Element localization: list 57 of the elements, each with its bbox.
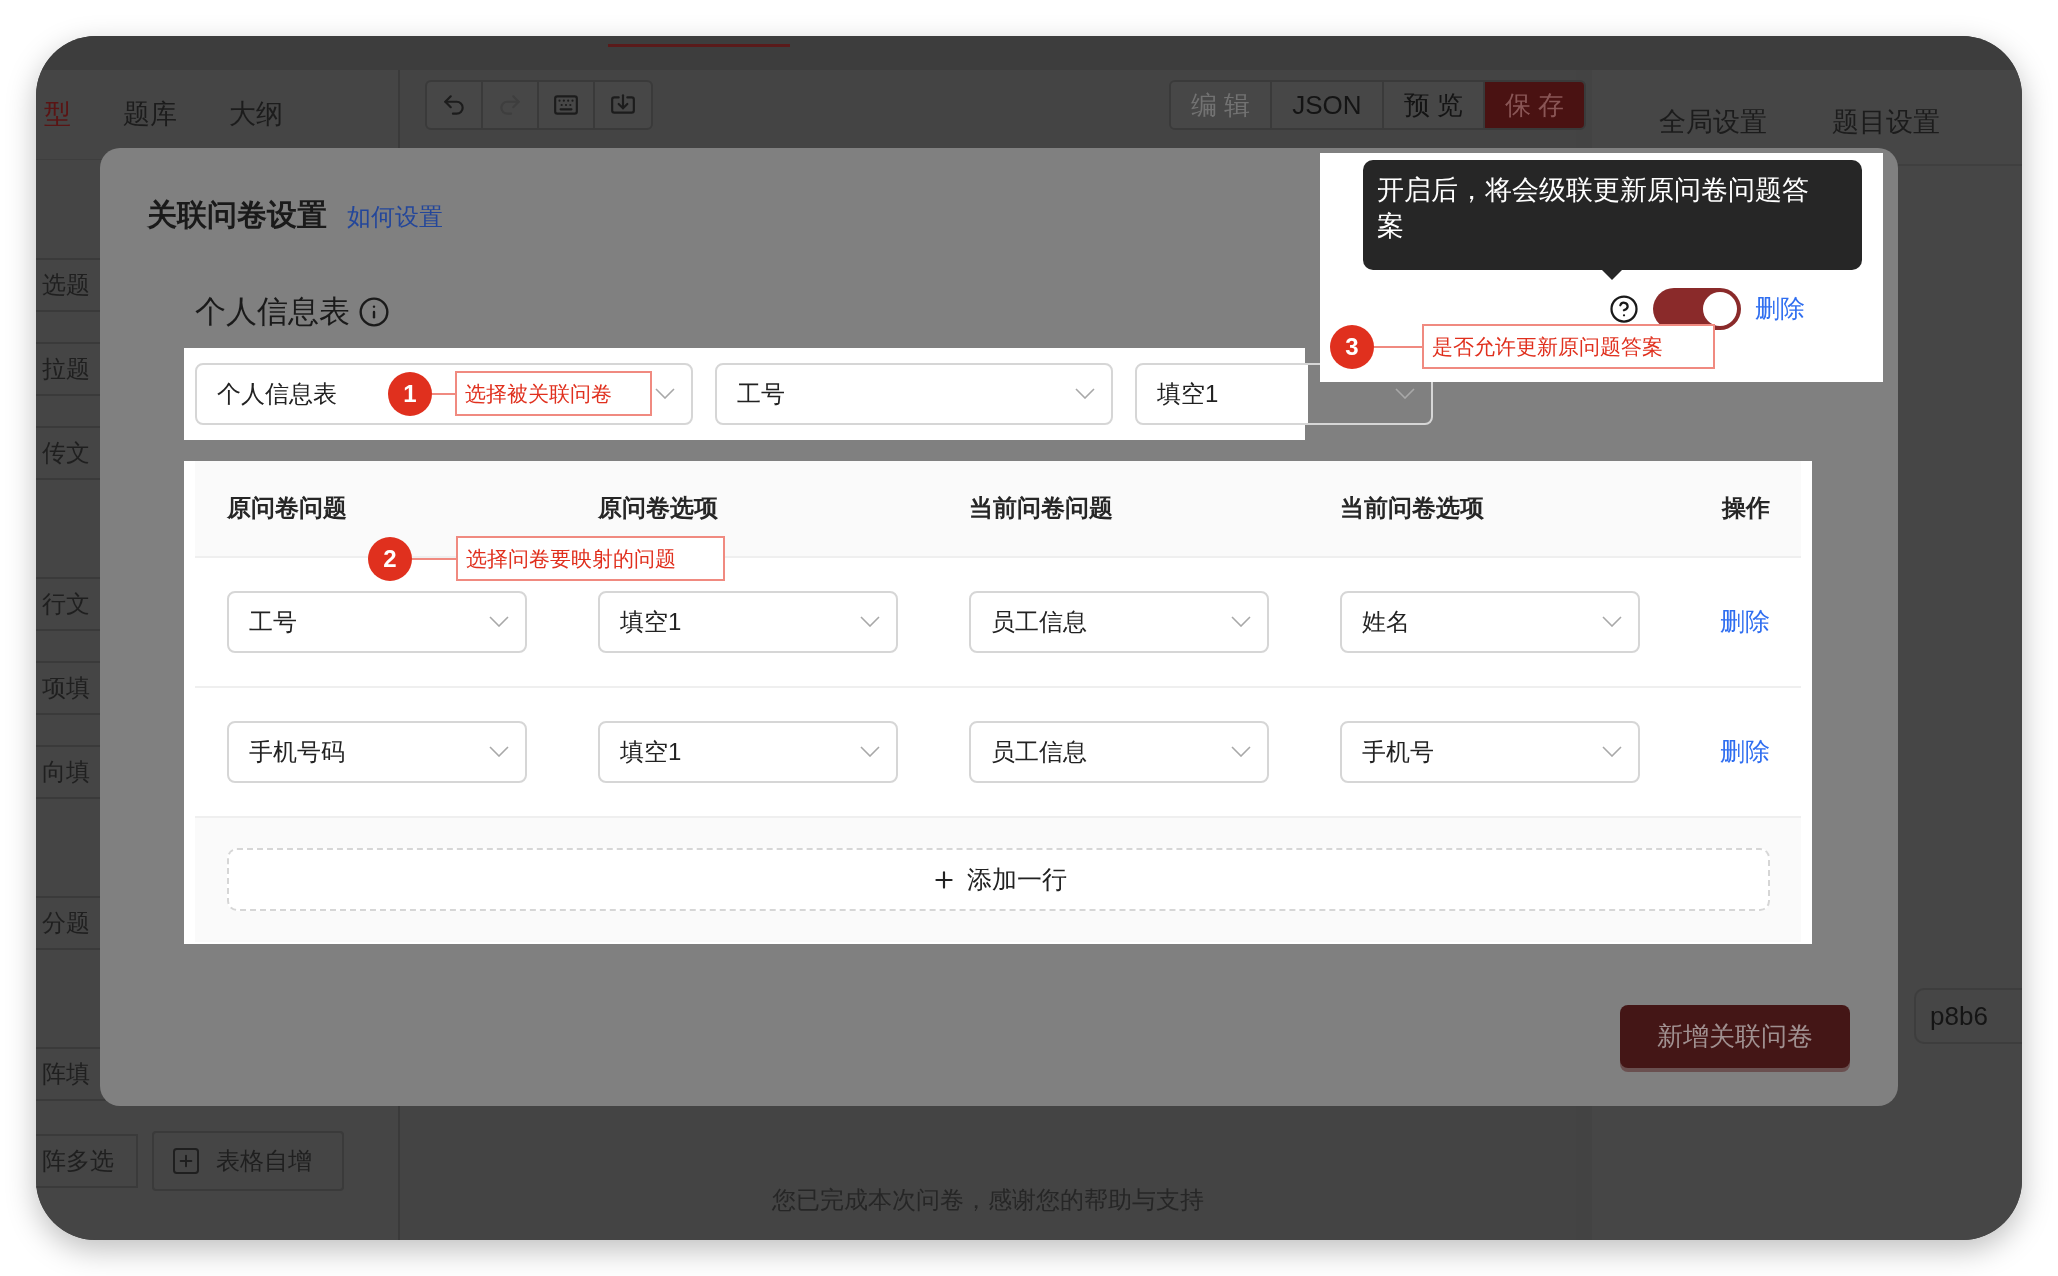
chevron-down-icon: [489, 616, 509, 627]
leader-line: [412, 557, 456, 560]
column-header: 当前问卷选项: [1340, 493, 1485, 523]
select-field[interactable]: 姓名: [1340, 590, 1640, 653]
select-field[interactable]: 手机号码: [227, 720, 527, 783]
select-field[interactable]: 填空1: [598, 590, 898, 653]
column-header: 操作: [1722, 493, 1770, 523]
select-value: 填空1: [620, 606, 682, 637]
chevron-down-icon: [489, 746, 509, 757]
undo-icon: [441, 92, 467, 118]
delete-link[interactable]: 删除: [1720, 602, 1770, 641]
select-field[interactable]: 手机号: [1340, 720, 1640, 783]
leader-line: [1374, 345, 1422, 348]
chevron-down-icon: [860, 746, 880, 757]
info-icon: [358, 296, 390, 329]
chevron-down-icon: [860, 616, 880, 627]
chevron-down-icon: [655, 388, 675, 399]
select-value: 填空1: [1157, 378, 1219, 409]
dialog-title: 关联问卷设置: [147, 197, 327, 233]
column-header: 当前问卷问题: [969, 493, 1114, 523]
select-value: 个人信息表: [217, 378, 337, 409]
select-value: 姓名: [1362, 606, 1410, 637]
callout-label: 选择被关联问卷: [455, 371, 652, 416]
select-value: 工号: [737, 378, 785, 409]
select-value: 手机号: [1362, 736, 1434, 767]
select-value: 填空1: [620, 736, 682, 767]
delete-link[interactable]: 删除: [1720, 732, 1770, 771]
select-value: 工号: [249, 606, 297, 637]
chevron-down-icon: [1602, 616, 1622, 627]
chevron-down-icon: [1075, 388, 1095, 399]
callout-label: 选择问卷要映射的问题: [456, 536, 725, 581]
delete-link[interactable]: 删除: [1755, 290, 1805, 328]
select-value: 员工信息: [991, 606, 1087, 637]
chevron-down-icon: [1602, 746, 1622, 757]
select-field[interactable]: 员工信息: [969, 590, 1269, 653]
select-value: 手机号码: [249, 736, 345, 767]
callout-label: 是否允许更新原问题答案: [1422, 324, 1715, 369]
help-link[interactable]: 如何设置: [347, 199, 443, 235]
select-field[interactable]: 填空1: [598, 720, 898, 783]
select-field[interactable]: 工号: [227, 590, 527, 653]
column-header: 原问卷选项: [598, 493, 719, 523]
tooltip-text: 开启后，将会级联更新原问卷问题答案: [1377, 174, 1810, 243]
survey-title: 个人信息表: [195, 293, 350, 331]
chevron-down-icon: [1231, 746, 1251, 757]
add-row-button[interactable]: 添加一行: [227, 848, 1770, 911]
chevron-down-icon: [1395, 388, 1415, 399]
leader-line: [432, 392, 455, 395]
square-plus-icon: [170, 1145, 202, 1177]
chevron-down-icon: [1231, 616, 1251, 627]
select-value: 员工信息: [991, 736, 1087, 767]
select-field[interactable]: 员工信息: [969, 720, 1269, 783]
toggle-switch[interactable]: [1653, 288, 1741, 330]
mode-button[interactable]: 保 存: [1484, 82, 1584, 128]
select-field[interactable]: 工号: [715, 362, 1113, 425]
keyboard-icon: [553, 92, 579, 118]
help-icon: [1609, 294, 1639, 324]
column-header: 原问卷问题: [227, 493, 348, 523]
